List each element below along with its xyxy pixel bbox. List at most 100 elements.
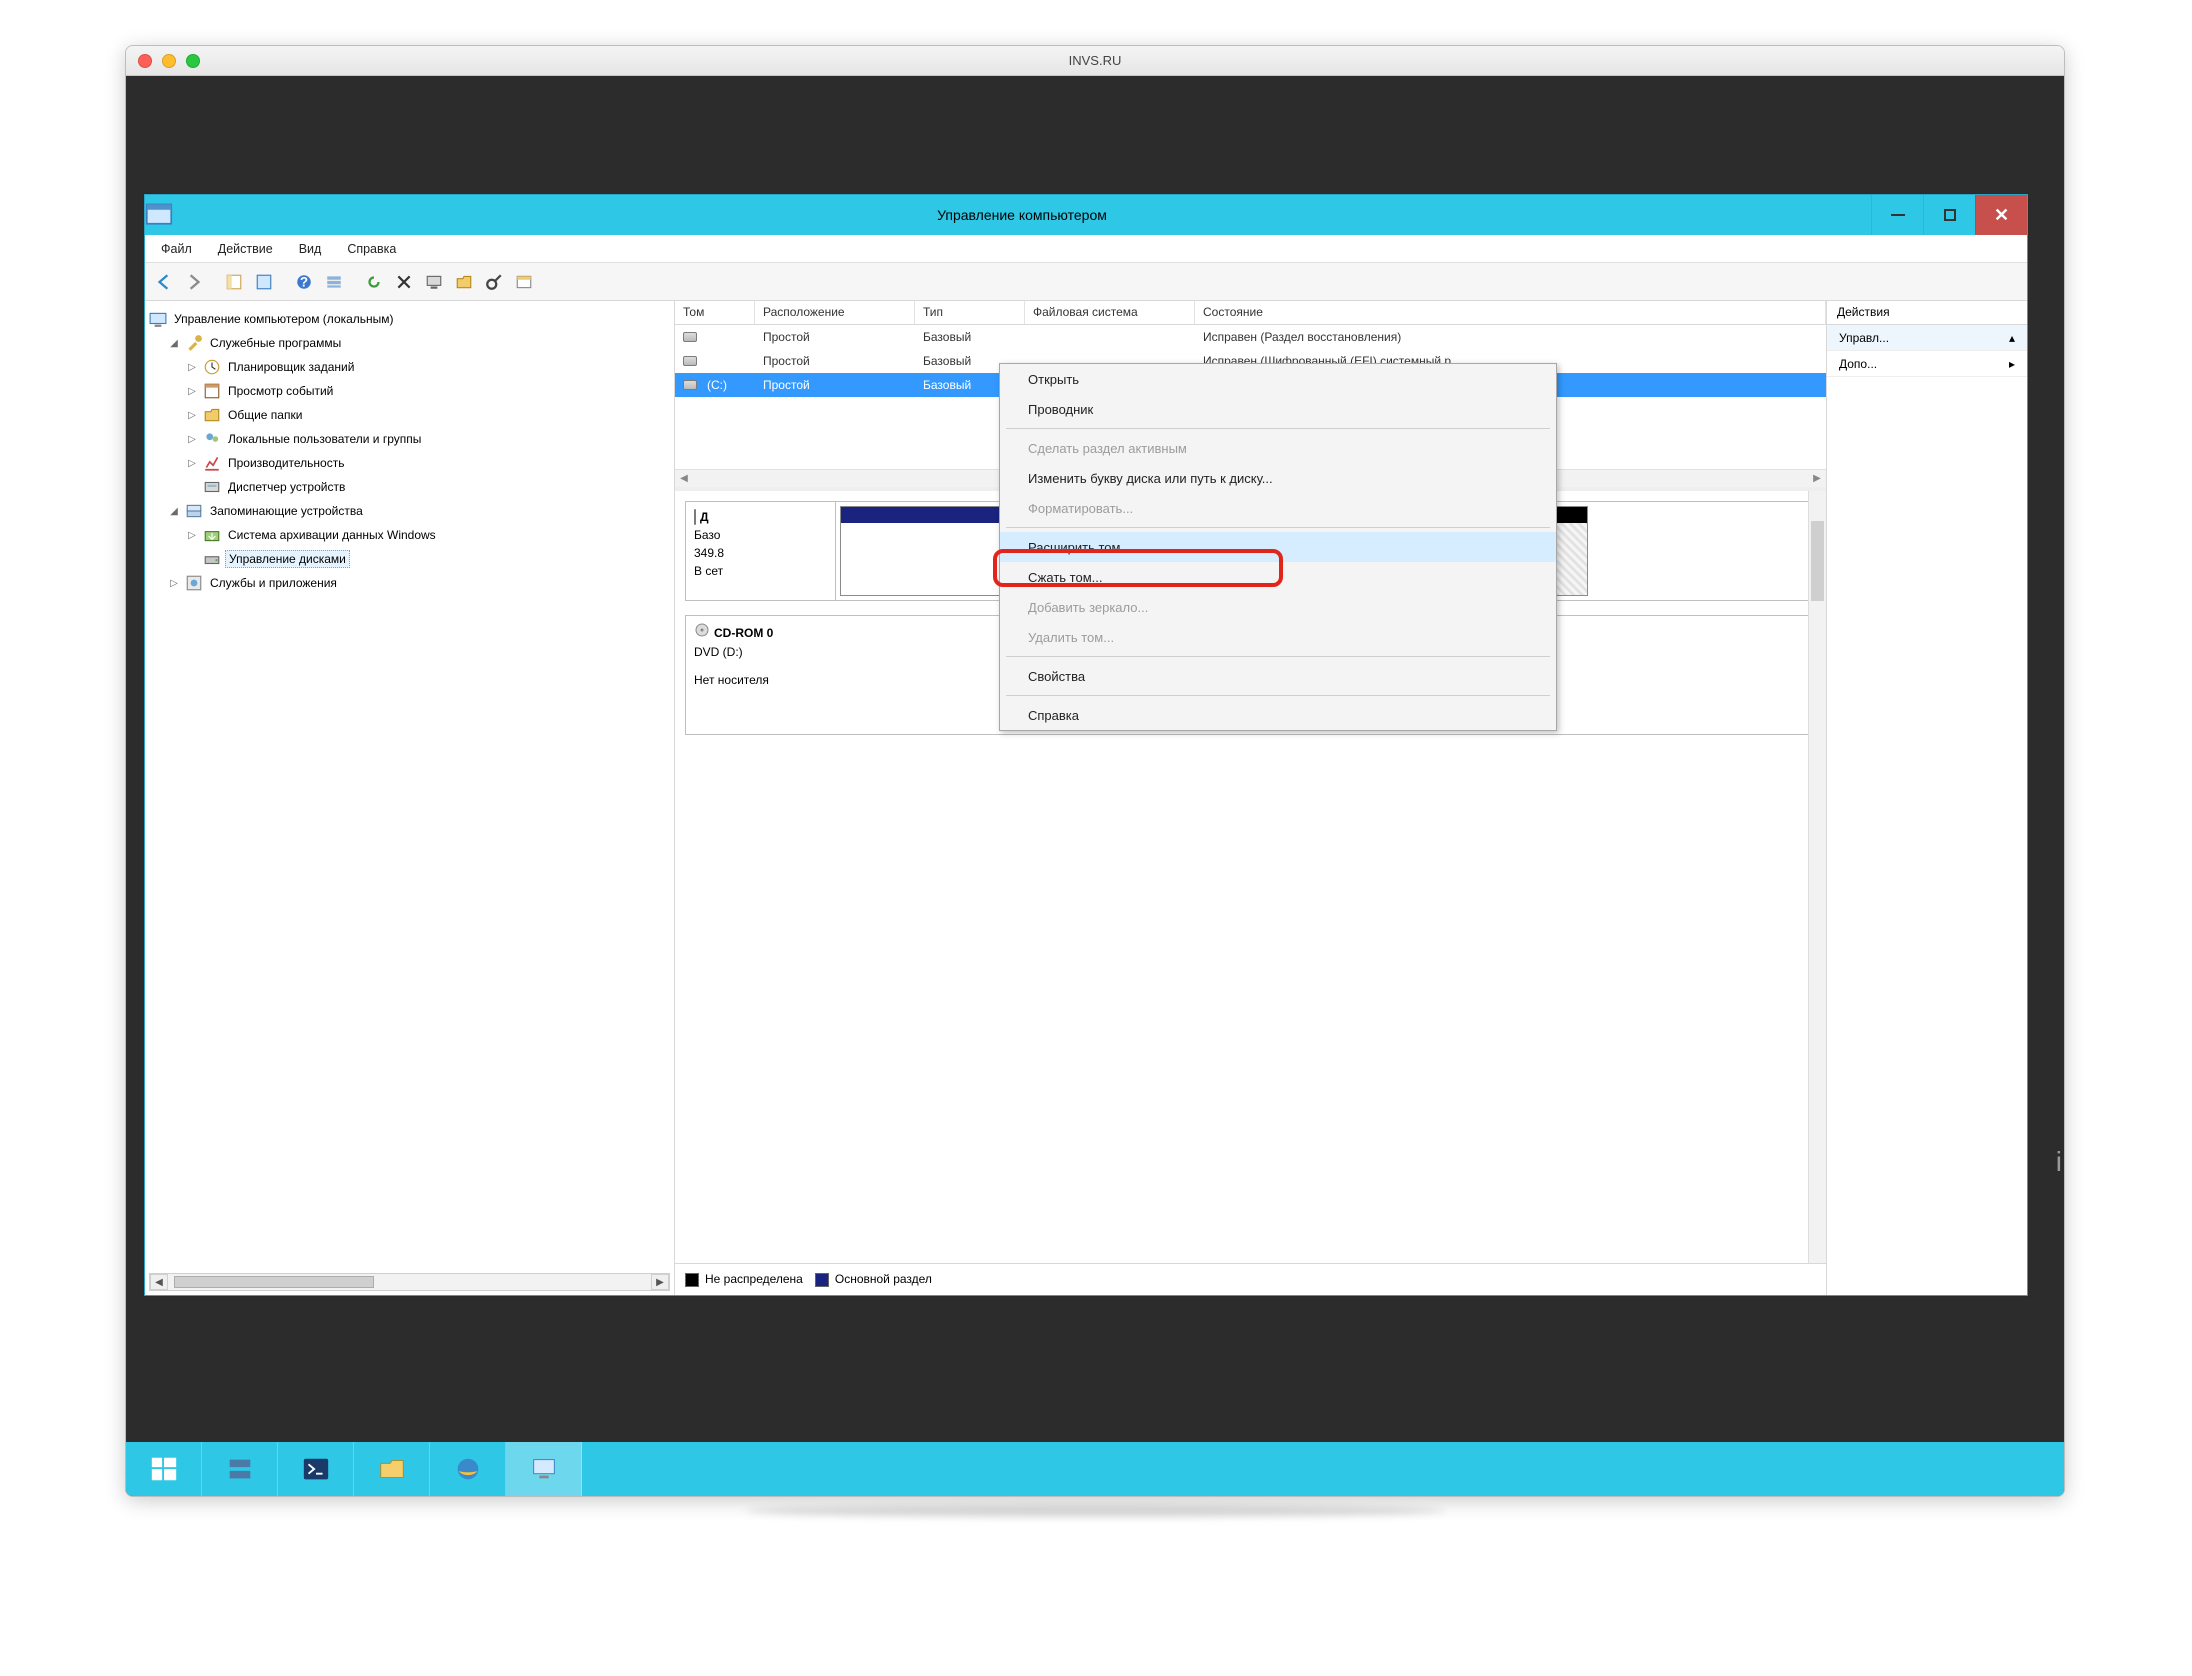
task-computer-mgmt[interactable] [506, 1442, 582, 1496]
ctx-change-letter[interactable]: Изменить букву диска или путь к диску... [1000, 463, 1556, 493]
scroll-left-button[interactable]: ◀ [150, 1274, 168, 1290]
expand-icon[interactable]: ▷ [185, 458, 199, 469]
cdrom-icon [694, 622, 710, 643]
clipped-char: i [2056, 1146, 2062, 1178]
tree-shared[interactable]: ▷Общие папки [149, 403, 670, 427]
users-icon [203, 430, 221, 448]
menu-action[interactable]: Действие [210, 240, 281, 258]
tool-open[interactable] [451, 269, 477, 295]
computer-icon [149, 310, 167, 328]
scroll-right-button[interactable]: ▶ [651, 1274, 669, 1290]
tool-show-hide-tree[interactable] [221, 269, 247, 295]
mac-window: INVS.RU i Управление компьютером ✕ Файл … [125, 45, 2065, 1497]
scroll-right-button[interactable]: ▶ [1808, 470, 1826, 487]
scroll-thumb[interactable] [174, 1276, 374, 1288]
folder-icon [203, 406, 221, 424]
tree-hscrollbar[interactable]: ◀ ▶ [149, 1273, 670, 1291]
tree-storage[interactable]: ◢Запоминающие устройства [149, 499, 670, 523]
ctx-open[interactable]: Открыть [1000, 364, 1556, 394]
col-type[interactable]: Тип [915, 301, 1025, 324]
scroll-thumb[interactable] [1811, 521, 1824, 601]
clock-icon [203, 358, 221, 376]
nav-back-button[interactable] [151, 269, 177, 295]
tool-help[interactable]: ? [291, 269, 317, 295]
tree-perf[interactable]: ▷Производительность [149, 451, 670, 475]
volume-icon [681, 329, 699, 345]
mmc-toolbar: ? [145, 263, 2027, 301]
action-item-more[interactable]: Допо... ▸ [1827, 351, 2027, 377]
mac-minimize-button[interactable] [162, 54, 176, 68]
ctx-help[interactable]: Справка [1000, 700, 1556, 730]
tool-view-mode[interactable] [321, 269, 347, 295]
disk-icon [694, 508, 696, 526]
col-volume[interactable]: Том [675, 301, 755, 324]
expand-icon[interactable]: ▷ [185, 530, 199, 541]
volume-row[interactable]: Простой Базовый Исправен (Раздел восстан… [675, 325, 1826, 349]
ctx-delete-volume: Удалить том... [1000, 622, 1556, 652]
tool-refresh[interactable] [361, 269, 387, 295]
expand-icon[interactable]: ▷ [185, 362, 199, 373]
tool-computer[interactable] [421, 269, 447, 295]
remote-viewport: i Управление компьютером ✕ Файл Действие… [126, 76, 2064, 1496]
nav-forward-button[interactable] [181, 269, 207, 295]
maximize-button[interactable] [1923, 195, 1975, 235]
mac-close-button[interactable] [138, 54, 152, 68]
legend-swatch-unalloc [685, 1273, 699, 1287]
tree-eventviewer[interactable]: ▷Просмотр событий [149, 379, 670, 403]
task-powershell[interactable] [278, 1442, 354, 1496]
mmc-window: Управление компьютером ✕ Файл Действие В… [144, 194, 2028, 1296]
actions-header: Действия [1827, 301, 2027, 325]
tree-backup[interactable]: ▷Система архивации данных Windows [149, 523, 670, 547]
tool-properties[interactable] [251, 269, 277, 295]
disk-info: Д Базо 349.8 В сет [686, 502, 836, 600]
tool-settings[interactable] [511, 269, 537, 295]
tool-help2[interactable] [481, 269, 507, 295]
ctx-shrink-volume[interactable]: Сжать том... [1000, 562, 1556, 592]
ctx-explore[interactable]: Проводник [1000, 394, 1556, 424]
start-button[interactable] [126, 1442, 202, 1496]
tree-services[interactable]: ▷Службы и приложения [149, 571, 670, 595]
windows-taskbar [126, 1442, 2064, 1496]
volume-icon [681, 353, 699, 369]
menu-view[interactable]: Вид [291, 240, 330, 258]
expand-icon[interactable]: ▷ [185, 434, 199, 445]
expand-icon[interactable]: ▷ [167, 578, 181, 589]
minimize-button[interactable] [1871, 195, 1923, 235]
col-fs[interactable]: Файловая система [1025, 301, 1195, 324]
close-button[interactable]: ✕ [1975, 195, 2027, 235]
services-icon [185, 574, 203, 592]
mac-zoom-button[interactable] [186, 54, 200, 68]
action-item-manage[interactable]: Управл... ▴ [1827, 325, 2027, 351]
tree-devmgr[interactable]: Диспетчер устройств [149, 475, 670, 499]
disk-vscrollbar[interactable] [1808, 491, 1826, 1263]
menu-help[interactable]: Справка [339, 240, 404, 258]
chevron-up-icon: ▴ [2009, 331, 2015, 345]
expand-icon[interactable]: ▷ [185, 386, 199, 397]
task-server-manager[interactable] [202, 1442, 278, 1496]
legend-primary-label: Основной раздел [835, 1272, 932, 1286]
collapse-icon[interactable]: ◢ [167, 506, 181, 517]
tree-users[interactable]: ▷Локальные пользователи и группы [149, 427, 670, 451]
tree-root[interactable]: Управление компьютером (локальным) [149, 307, 670, 331]
scroll-left-button[interactable]: ◀ [675, 470, 693, 487]
menu-file[interactable]: Файл [153, 240, 200, 258]
tree-utilities[interactable]: ◢ Служебные программы [149, 331, 670, 355]
tool-delete[interactable] [391, 269, 417, 295]
tools-icon [185, 334, 203, 352]
mmc-titlebar[interactable]: Управление компьютером ✕ [145, 195, 2027, 235]
collapse-icon[interactable]: ◢ [167, 338, 181, 349]
mmc-menubar: Файл Действие Вид Справка [145, 235, 2027, 263]
ctx-properties[interactable]: Свойства [1000, 661, 1556, 691]
mmc-app-icon [145, 195, 173, 235]
col-status[interactable]: Состояние [1195, 301, 1826, 324]
ctx-extend-volume[interactable]: Расширить том... [1000, 532, 1556, 562]
tree-diskmgmt[interactable]: Управление дисками [149, 547, 670, 571]
device-icon [203, 478, 221, 496]
tree-scheduler[interactable]: ▷Планировщик заданий [149, 355, 670, 379]
col-layout[interactable]: Расположение [755, 301, 915, 324]
task-explorer[interactable] [354, 1442, 430, 1496]
disk-icon [203, 550, 221, 568]
storage-icon [185, 502, 203, 520]
task-ie[interactable] [430, 1442, 506, 1496]
expand-icon[interactable]: ▷ [185, 410, 199, 421]
